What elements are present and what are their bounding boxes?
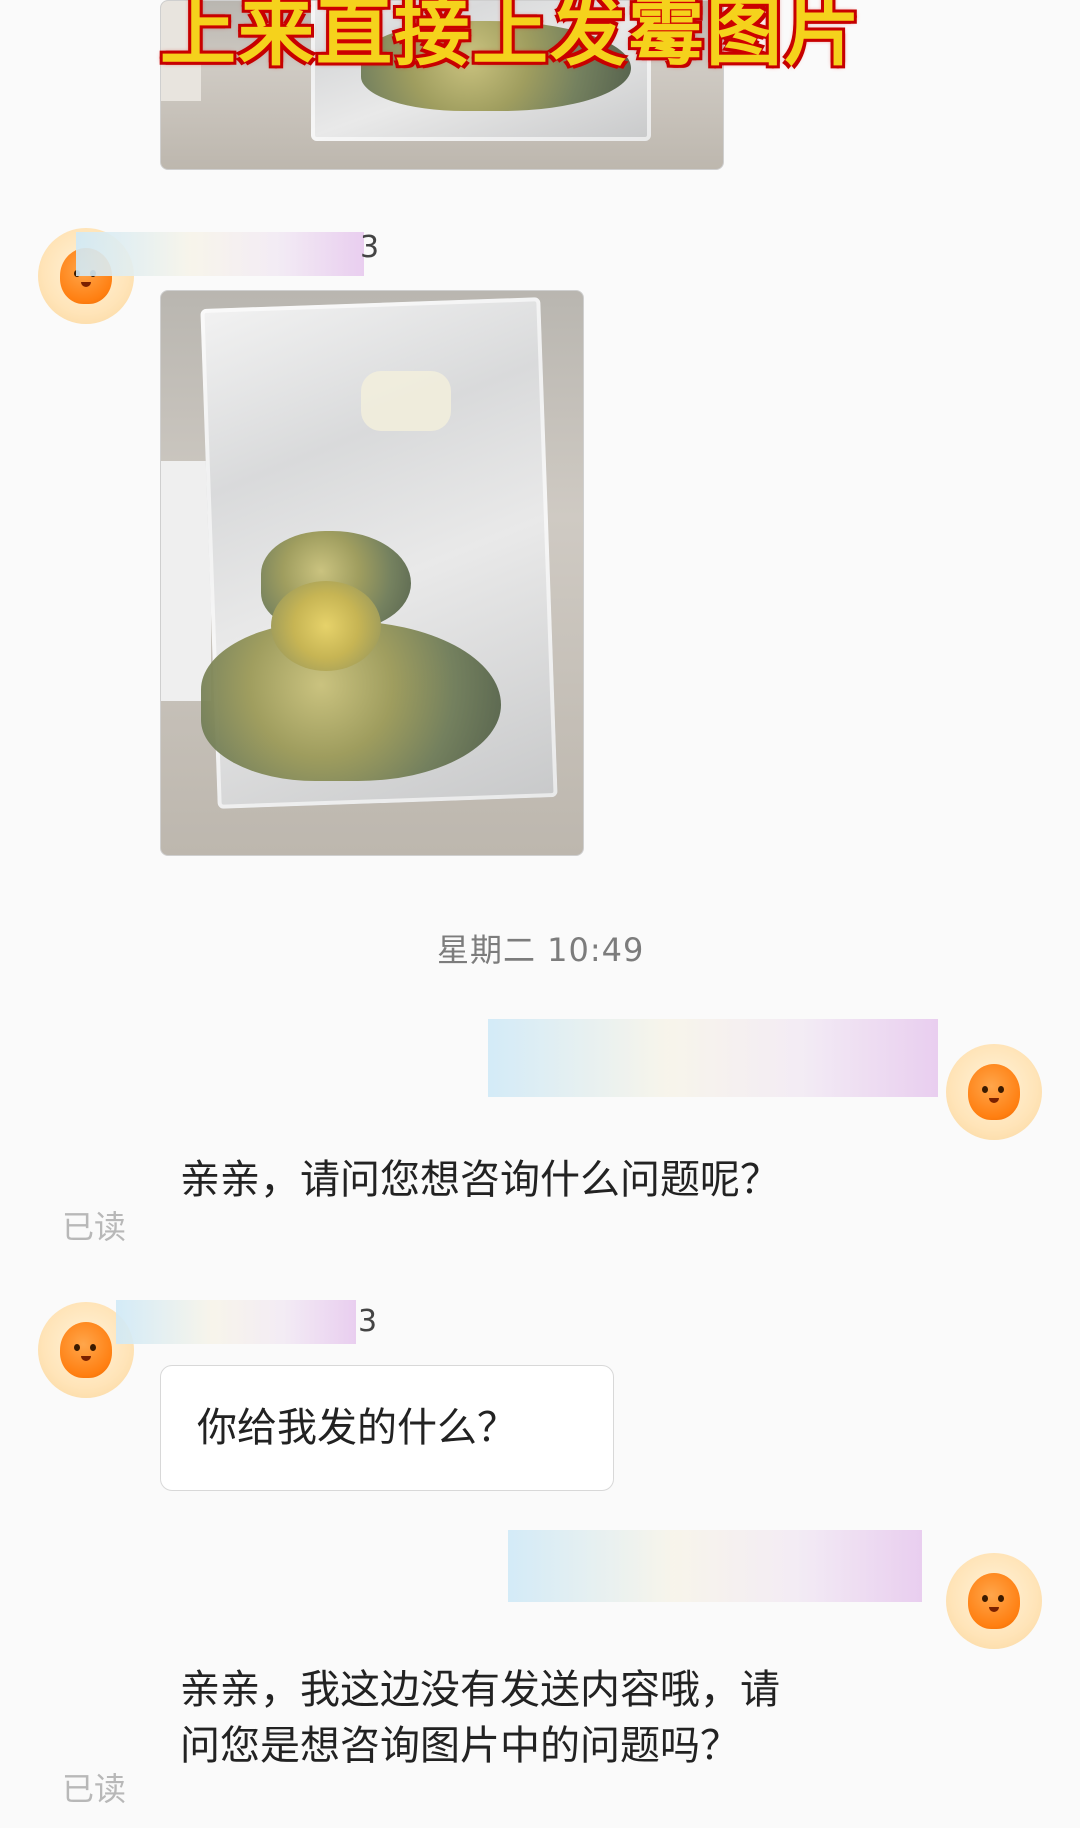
customer-name-blurred <box>116 1300 356 1344</box>
agent-reply-1: 亲亲，请问您想咨询什么问题呢？ <box>180 1157 780 1203</box>
agent-name-blurred <box>508 1530 922 1602</box>
chat-timestamp: 星期二 10:49 <box>437 931 645 969</box>
customer-name-suffix: 3 <box>358 1304 378 1339</box>
read-status-1: 已读 <box>62 1208 127 1246</box>
label-paper <box>161 461 211 701</box>
agent-reply-2: 亲亲，我这边没有发送内容哦，请 问您是想咨询图片中的问题吗？ <box>180 1662 780 1774</box>
customer-message-bubble[interactable]: 你给我发的什么？ <box>160 1365 614 1491</box>
agent-name-blurred <box>488 1019 938 1097</box>
customer-name-blurred <box>76 232 364 276</box>
agent-avatar[interactable] <box>946 1553 1042 1649</box>
customer-name-suffix: 3 <box>360 230 380 265</box>
read-status-2: 已读 <box>62 1770 127 1808</box>
agent-avatar[interactable] <box>946 1044 1042 1140</box>
agent-reply-2-line-2: 问您是想咨询图片中的问题吗？ <box>180 1723 740 1769</box>
chat-image-moldy-food[interactable] <box>160 290 584 856</box>
overlay-title: 上来直接上发霉图片 <box>160 0 862 76</box>
agent-reply-2-line-1: 亲亲，我这边没有发送内容哦，请 <box>180 1667 780 1713</box>
customer-message-text: 你给我发的什么？ <box>197 1405 517 1451</box>
